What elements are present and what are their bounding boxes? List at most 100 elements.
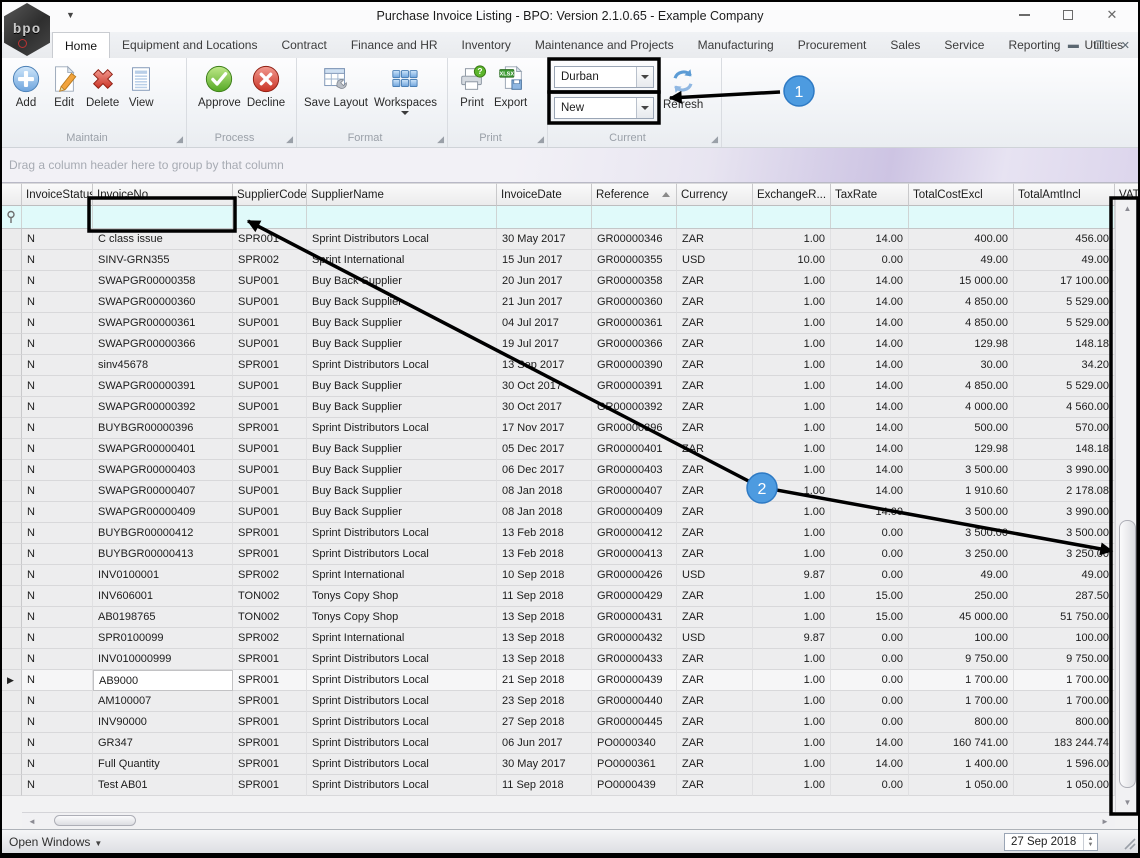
grid-cell-status[interactable]: N (22, 691, 93, 712)
grid-cell-total-amt-incl[interactable]: 51 750.00 (1014, 607, 1115, 628)
grid-cell-total-amt-incl[interactable]: 17 100.00 (1014, 271, 1115, 292)
grid-cell-supplier-name[interactable]: Buy Back Supplier (307, 460, 497, 481)
grid-cell-tax-rate[interactable]: 14.00 (831, 292, 909, 313)
grid-cell-exchange-rate[interactable]: 1.00 (753, 733, 831, 754)
table-row[interactable]: NSWAPGR00000391SUP001Buy Back Supplier30… (0, 376, 1115, 397)
grid-cell-currency[interactable]: ZAR (677, 376, 753, 397)
grid-cell-supplier-code[interactable]: SPR001 (233, 523, 307, 544)
column-header-invoicestatus[interactable]: InvoiceStatus (22, 183, 93, 206)
grid-cell-invoice-date[interactable]: 11 Sep 2018 (497, 775, 592, 796)
grid-cell-supplier-name[interactable]: Sprint Distributors Local (307, 733, 497, 754)
grid-cell-supplier-name[interactable]: Sprint Distributors Local (307, 754, 497, 775)
grid-cell-exchange-rate[interactable]: 1.00 (753, 481, 831, 502)
grid-cell-currency[interactable]: ZAR (677, 754, 753, 775)
tab-maintenance-and-projects[interactable]: Maintenance and Projects (523, 32, 686, 58)
table-row[interactable]: NC class issueSPR001Sprint Distributors … (0, 229, 1115, 250)
grid-cell-invoice-no[interactable]: SWAPGR00000409 (93, 502, 233, 523)
grid-cell-reference[interactable]: PO0000361 (592, 754, 677, 775)
grid-cell-total-amt-incl[interactable]: 9 750.00 (1014, 649, 1115, 670)
grid-cell-invoice-date[interactable]: 15 Jun 2017 (497, 250, 592, 271)
table-row[interactable]: NTest AB01SPR001Sprint Distributors Loca… (0, 775, 1115, 796)
grid-cell-status[interactable]: N (22, 418, 93, 439)
grid-cell-tax-rate[interactable]: 0.00 (831, 775, 909, 796)
grid-cell-total-amt-incl[interactable]: 3 990.00 (1014, 502, 1115, 523)
grid-cell-reference[interactable]: GR00000429 (592, 586, 677, 607)
dialog-launcher-icon[interactable]: ◢ (711, 134, 718, 145)
grid-cell-total-cost-excl[interactable]: 49.00 (909, 250, 1014, 271)
close-button[interactable]: ✕ (1090, 0, 1134, 30)
grid-cell-status[interactable]: N (22, 775, 93, 796)
grid-cell-status[interactable]: N (22, 313, 93, 334)
grid-cell-invoice-no[interactable]: SWAPGR00000401 (93, 439, 233, 460)
grid-cell-status[interactable]: N (22, 250, 93, 271)
grid-cell-supplier-name[interactable]: Sprint Distributors Local (307, 355, 497, 376)
grid-cell-currency[interactable]: USD (677, 565, 753, 586)
table-row[interactable]: NBUYBGR00000396SPR001Sprint Distributors… (0, 418, 1115, 439)
grid-cell-tax-rate[interactable]: 15.00 (831, 586, 909, 607)
edit-button[interactable]: Edit (45, 61, 83, 111)
grid-cell-supplier-code[interactable]: SPR001 (233, 418, 307, 439)
grid-cell-status[interactable]: N (22, 586, 93, 607)
grid-cell-invoice-date[interactable]: 30 Oct 2017 (497, 376, 592, 397)
grid-cell-exchange-rate[interactable]: 1.00 (753, 439, 831, 460)
grid-cell-total-cost-excl[interactable]: 30.00 (909, 355, 1014, 376)
grid-cell-total-amt-incl[interactable]: 148.18 (1014, 439, 1115, 460)
grid-cell-status[interactable]: N (22, 670, 93, 691)
grid-cell-supplier-name[interactable]: Buy Back Supplier (307, 397, 497, 418)
grid-cell-tax-rate[interactable]: 0.00 (831, 250, 909, 271)
grid-cell-currency[interactable]: ZAR (677, 544, 753, 565)
grid-cell-reference[interactable]: GR00000432 (592, 628, 677, 649)
export-button[interactable]: XLSX Export (491, 61, 530, 111)
grid-cell-invoice-date[interactable]: 10 Sep 2018 (497, 565, 592, 586)
grid-cell-reference[interactable]: GR00000412 (592, 523, 677, 544)
grid-cell-tax-rate[interactable]: 14.00 (831, 754, 909, 775)
grid-cell-invoice-no[interactable]: BUYBGR00000412 (93, 523, 233, 544)
grid-cell-invoice-no[interactable]: BUYBGR00000396 (93, 418, 233, 439)
grid-cell-supplier-code[interactable]: SPR001 (233, 754, 307, 775)
table-row[interactable]: NFull QuantitySPR001Sprint Distributors … (0, 754, 1115, 775)
dialog-launcher-icon[interactable]: ◢ (437, 134, 444, 145)
grid-cell-invoice-date[interactable]: 08 Jan 2018 (497, 502, 592, 523)
grid-cell-invoice-date[interactable]: 13 Sep 2017 (497, 355, 592, 376)
table-row[interactable]: NSWAPGR00000361SUP001Buy Back Supplier04… (0, 313, 1115, 334)
grid-cell-exchange-rate[interactable]: 1.00 (753, 292, 831, 313)
grid-cell-total-amt-incl[interactable]: 5 529.00 (1014, 292, 1115, 313)
grid-cell-supplier-code[interactable]: SUP001 (233, 397, 307, 418)
grid-cell-exchange-rate[interactable]: 1.00 (753, 607, 831, 628)
grid-cell-total-amt-incl[interactable]: 49.00 (1014, 565, 1115, 586)
grid-cell-status[interactable]: N (22, 334, 93, 355)
grid-cell-invoice-no[interactable]: AB9000 (93, 670, 233, 691)
dialog-launcher-icon[interactable]: ◢ (176, 134, 183, 145)
table-row[interactable]: NINV010000999SPR001Sprint Distributors L… (0, 649, 1115, 670)
grid-cell-exchange-rate[interactable]: 1.00 (753, 397, 831, 418)
column-header-suppliercode[interactable]: SupplierCode (233, 183, 307, 206)
grid-cell-reference[interactable]: GR00000392 (592, 397, 677, 418)
grid-cell-invoice-date[interactable]: 13 Sep 2018 (497, 649, 592, 670)
grid-cell-tax-rate[interactable]: 15.00 (831, 607, 909, 628)
grid-cell-status[interactable]: N (22, 439, 93, 460)
grid-cell-reference[interactable]: PO0000439 (592, 775, 677, 796)
grid-cell-invoice-no[interactable]: Full Quantity (93, 754, 233, 775)
table-row[interactable]: NSWAPGR00000407SUP001Buy Back Supplier08… (0, 481, 1115, 502)
grid-cell-total-cost-excl[interactable]: 4 000.00 (909, 397, 1014, 418)
grid-cell-total-amt-incl[interactable]: 3 250.00 (1014, 544, 1115, 565)
print-button[interactable]: ? Print (453, 61, 491, 111)
grid-cell-tax-rate[interactable]: 14.00 (831, 418, 909, 439)
grid-cell-invoice-date[interactable]: 27 Sep 2018 (497, 712, 592, 733)
grid-cell-total-cost-excl[interactable]: 250.00 (909, 586, 1014, 607)
grid-cell-invoice-no[interactable]: SWAPGR00000403 (93, 460, 233, 481)
grid-cell-status[interactable]: N (22, 397, 93, 418)
grid-cell-invoice-no[interactable]: SWAPGR00000358 (93, 271, 233, 292)
status-dropdown[interactable]: New (554, 97, 654, 119)
table-row[interactable]: NSWAPGR00000366SUP001Buy Back Supplier19… (0, 334, 1115, 355)
column-header-exchanger-[interactable]: ExchangeR... (753, 183, 831, 206)
workspaces-button[interactable]: Workspaces (371, 61, 440, 117)
column-header-invoicedate[interactable]: InvoiceDate (497, 183, 592, 206)
grid-cell-tax-rate[interactable]: 14.00 (831, 733, 909, 754)
grid-cell-supplier-name[interactable]: Buy Back Supplier (307, 481, 497, 502)
column-header-totalcostexcl[interactable]: TotalCostExcl (909, 183, 1014, 206)
grid-cell-total-amt-incl[interactable]: 3 500.00 (1014, 523, 1115, 544)
grid-cell-invoice-date[interactable]: 04 Jul 2017 (497, 313, 592, 334)
grid-cell-exchange-rate[interactable]: 1.00 (753, 334, 831, 355)
grid-cell-exchange-rate[interactable]: 1.00 (753, 691, 831, 712)
